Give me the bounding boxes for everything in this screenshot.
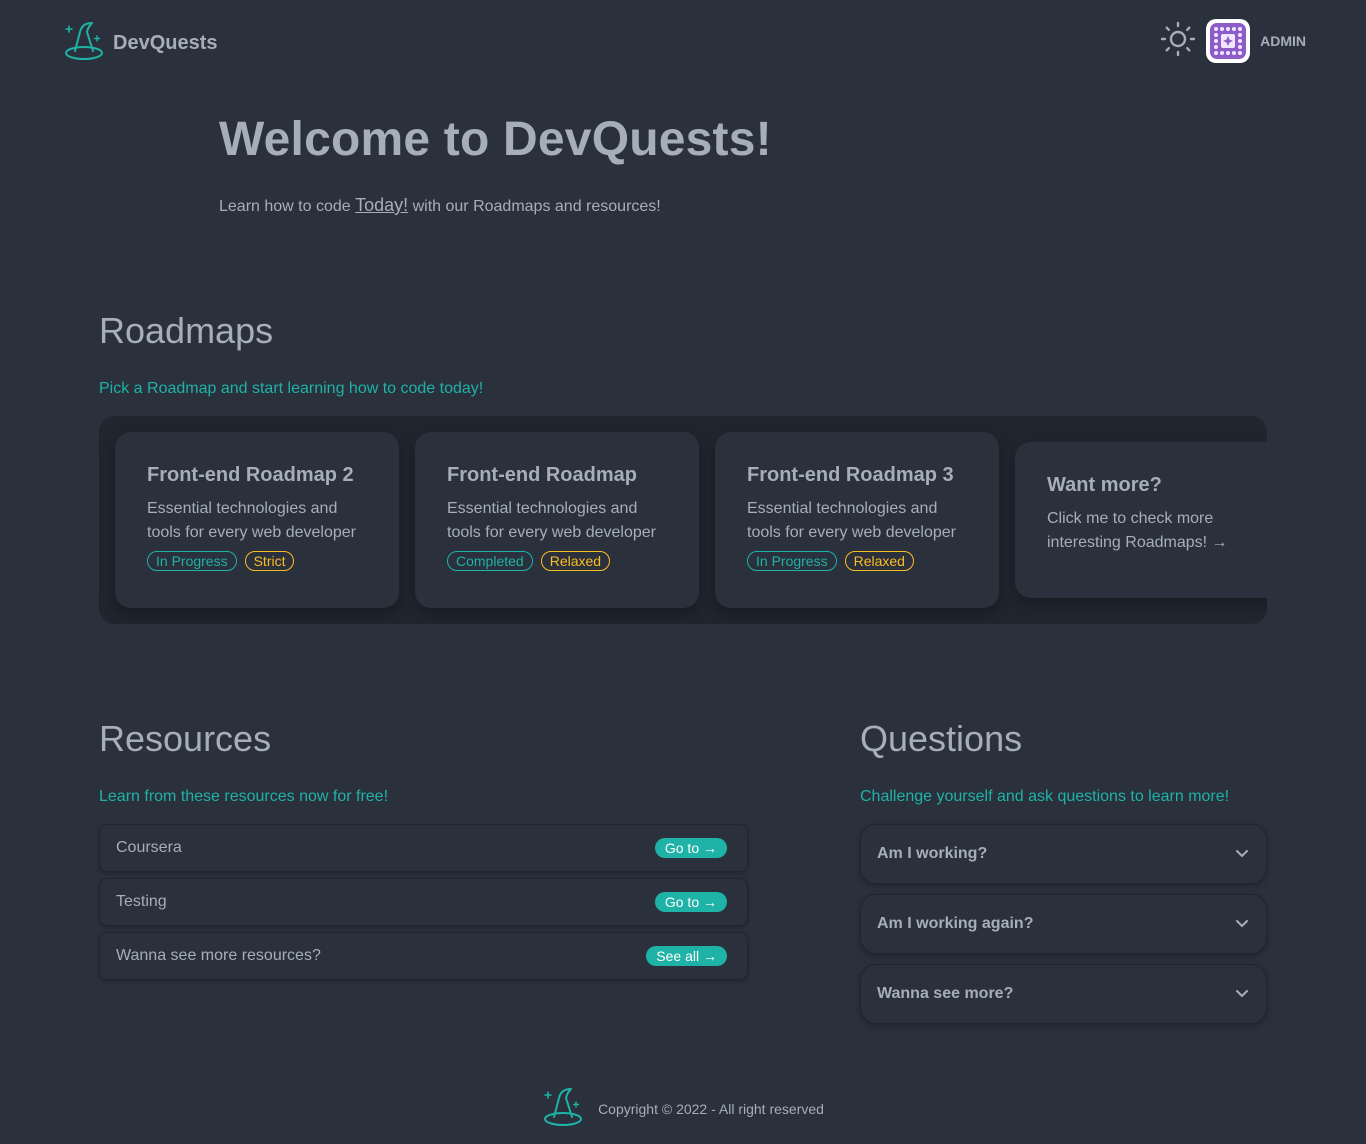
roadmaps-section: Roadmaps Pick a Roadmap and start learni…: [99, 310, 1267, 624]
questions-subtitle: Challenge yourself and ask questions to …: [860, 788, 1230, 805]
copyright-text: Copyright © 2022 - All right reserved: [598, 1101, 824, 1117]
navbar-actions: ADMIN: [1158, 19, 1306, 63]
theme-toggle-button[interactable]: [1158, 21, 1198, 61]
wizard-hat-icon: [542, 1086, 584, 1133]
hero-subtitle-after: with our Roadmaps and resources!: [412, 198, 661, 215]
chevron-down-icon: [1236, 845, 1248, 863]
resource-label: Testing: [116, 893, 167, 910]
roadmap-card-title: Front-end Roadmap 3: [747, 464, 954, 486]
go-to-button[interactable]: Go to →: [654, 892, 727, 912]
footer: Copyright © 2022 - All right reserved: [0, 1084, 1366, 1134]
go-to-button[interactable]: Go to →: [654, 838, 727, 858]
questions-title: Questions: [860, 718, 1023, 759]
roadmap-card-title: Front-end Roadmap: [447, 464, 637, 486]
question-label: Am I working again?: [877, 915, 1034, 932]
questions-list: Am I working? Am I working again? Wanna …: [860, 824, 1267, 1024]
resources-list: Coursera Go to → Testing Go to → Wanna s…: [99, 824, 748, 980]
wizard-hat-icon: [63, 20, 105, 67]
resources-section: Resources Learn from these resources now…: [99, 718, 748, 980]
resources-subtitle: Learn from these resources now for free!: [99, 788, 389, 805]
questions-section: Questions Challenge yourself and ask que…: [860, 718, 1267, 1024]
status-badge: In Progress: [747, 551, 837, 571]
mode-badge: Strict: [244, 551, 295, 571]
sun-icon: [1160, 21, 1196, 62]
roadmap-card-badges: In Progress Strict: [147, 551, 367, 571]
resource-item: Wanna see more resources? See all →: [99, 932, 748, 980]
roadmap-card-title: Front-end Roadmap 2: [147, 464, 354, 486]
see-all-button[interactable]: See all →: [646, 946, 727, 966]
roadmap-card[interactable]: Front-end Roadmap 3 Essential technologi…: [715, 432, 999, 608]
resource-label: Wanna see more resources?: [116, 947, 321, 964]
question-label: Wanna see more?: [877, 985, 1014, 1002]
question-accordion[interactable]: Am I working again?: [860, 894, 1267, 954]
mode-badge: Relaxed: [540, 551, 611, 571]
more-roadmaps-title: Want more?: [1047, 474, 1162, 496]
avatar[interactable]: [1206, 19, 1251, 63]
more-roadmaps-description: Click me to check more interesting Roadm…: [1047, 510, 1228, 551]
user-name[interactable]: ADMIN: [1260, 33, 1306, 49]
brand-link[interactable]: DevQuests: [63, 20, 218, 67]
roadmap-card-badges: In Progress Relaxed: [747, 551, 967, 571]
page-title: Welcome to DevQuests!: [219, 113, 772, 166]
hero: Welcome to DevQuests! Learn how to code …: [219, 112, 772, 216]
resources-title: Resources: [99, 718, 272, 759]
resource-item: Testing Go to →: [99, 878, 748, 926]
roadmap-card-badges: Completed Relaxed: [447, 551, 667, 571]
chevron-down-icon: [1236, 985, 1248, 1003]
brand-name: DevQuests: [113, 32, 218, 54]
roadmap-card[interactable]: Front-end Roadmap Essential technologies…: [415, 432, 699, 608]
mode-badge: Relaxed: [844, 551, 914, 571]
hero-subtitle: Learn how to code Today! with our Roadma…: [219, 195, 772, 216]
chevron-down-icon: [1236, 915, 1248, 933]
roadmap-card-description: Essential technologies and tools for eve…: [747, 500, 956, 541]
today-link[interactable]: Today!: [355, 195, 408, 215]
more-roadmaps-card[interactable]: Want more? Click me to check more intere…: [1015, 442, 1267, 598]
roadmaps-carousel[interactable]: Front-end Roadmap 2 Essential technologi…: [99, 416, 1267, 624]
roadmap-card-description: Essential technologies and tools for eve…: [147, 500, 356, 541]
roadmap-card[interactable]: Front-end Roadmap 2 Essential technologi…: [115, 432, 399, 608]
resource-label: Coursera: [116, 839, 182, 856]
question-accordion[interactable]: Am I working?: [860, 824, 1267, 884]
roadmap-card-description: Essential technologies and tools for eve…: [447, 500, 656, 541]
hero-subtitle-before: Learn how to code: [219, 198, 351, 215]
status-badge: Completed: [447, 551, 533, 571]
question-label: Am I working?: [877, 845, 988, 862]
navbar: DevQuests ADMIN: [0, 0, 1366, 84]
status-badge: In Progress: [147, 551, 237, 571]
question-accordion[interactable]: Wanna see more?: [860, 964, 1267, 1024]
roadmaps-title: Roadmaps: [99, 310, 274, 351]
roadmaps-subtitle: Pick a Roadmap and start learning how to…: [99, 380, 484, 397]
resource-item: Coursera Go to →: [99, 824, 748, 872]
